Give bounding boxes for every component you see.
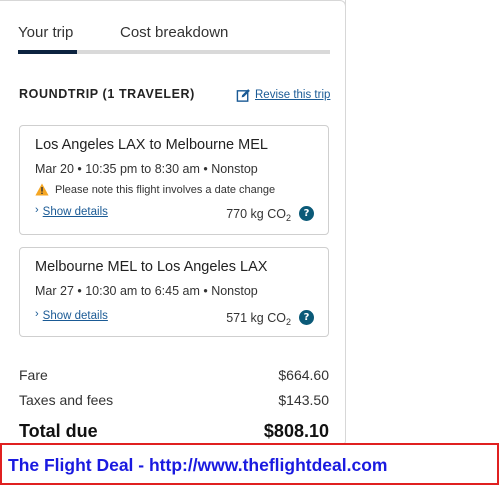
tab-cost-breakdown[interactable]: Cost breakdown: [120, 24, 228, 41]
taxes-value: $143.50: [278, 392, 329, 408]
question-icon[interactable]: ?: [299, 206, 314, 221]
total-label: Total due: [19, 421, 98, 441]
tab-bar: Your trip Cost breakdown: [18, 22, 330, 54]
fare-row: Fare $664.60: [19, 367, 329, 383]
show-details-label[interactable]: Show details: [43, 206, 108, 218]
flight-route: Melbourne MEL to Los Angeles LAX: [35, 259, 268, 275]
trip-type-heading: ROUNDTRIP (1 TRAVELER): [19, 87, 195, 101]
warning-icon: [35, 183, 49, 196]
flight-card-return: Melbourne MEL to Los Angeles LAX Mar 27 …: [19, 247, 329, 337]
banner-text: The Flight Deal - http://www.theflightde…: [8, 455, 388, 475]
co2-value: 571 kg CO2: [226, 310, 291, 327]
co2-emissions: 770 kg CO2 ?: [226, 206, 314, 223]
co2-emissions: 571 kg CO2 ?: [226, 310, 314, 327]
total-row: Total due $808.10: [19, 421, 329, 442]
taxes-label: Taxes and fees: [19, 392, 114, 408]
flight-card-outbound: Los Angeles LAX to Melbourne MEL Mar 20 …: [19, 125, 329, 235]
fare-label: Fare: [19, 367, 48, 383]
date-change-warning: Please note this flight involves a date …: [35, 183, 275, 196]
flight-times: Mar 27 • 10:30 am to 6:45 am • Nonstop: [35, 284, 258, 298]
revise-trip-label[interactable]: Revise this trip: [255, 89, 330, 101]
show-details-label[interactable]: Show details: [43, 310, 108, 322]
chevron-right-icon: ›: [35, 203, 39, 216]
revise-trip-link[interactable]: Revise this trip: [236, 87, 330, 103]
show-details-link[interactable]: › Show details: [35, 203, 108, 218]
show-details-link[interactable]: › Show details: [35, 307, 108, 322]
warning-text: Please note this flight involves a date …: [55, 183, 276, 196]
edit-icon: [236, 88, 250, 102]
tab-your-trip[interactable]: Your trip: [18, 24, 73, 41]
question-icon[interactable]: ?: [299, 310, 314, 325]
co2-value: 770 kg CO2: [226, 206, 291, 223]
total-value: $808.10: [263, 421, 329, 441]
trip-summary-panel: Your trip Cost breakdown ROUNDTRIP (1 TR…: [0, 0, 346, 445]
flight-route: Los Angeles LAX to Melbourne MEL: [35, 137, 268, 153]
chevron-right-icon: ›: [35, 307, 39, 320]
fare-value: $664.60: [278, 367, 329, 383]
watermark-banner: The Flight Deal - http://www.theflightde…: [0, 443, 499, 485]
flight-times: Mar 20 • 10:35 pm to 8:30 am • Nonstop: [35, 162, 258, 176]
tab-active-indicator: [18, 50, 77, 54]
taxes-row: Taxes and fees $143.50: [19, 392, 329, 408]
